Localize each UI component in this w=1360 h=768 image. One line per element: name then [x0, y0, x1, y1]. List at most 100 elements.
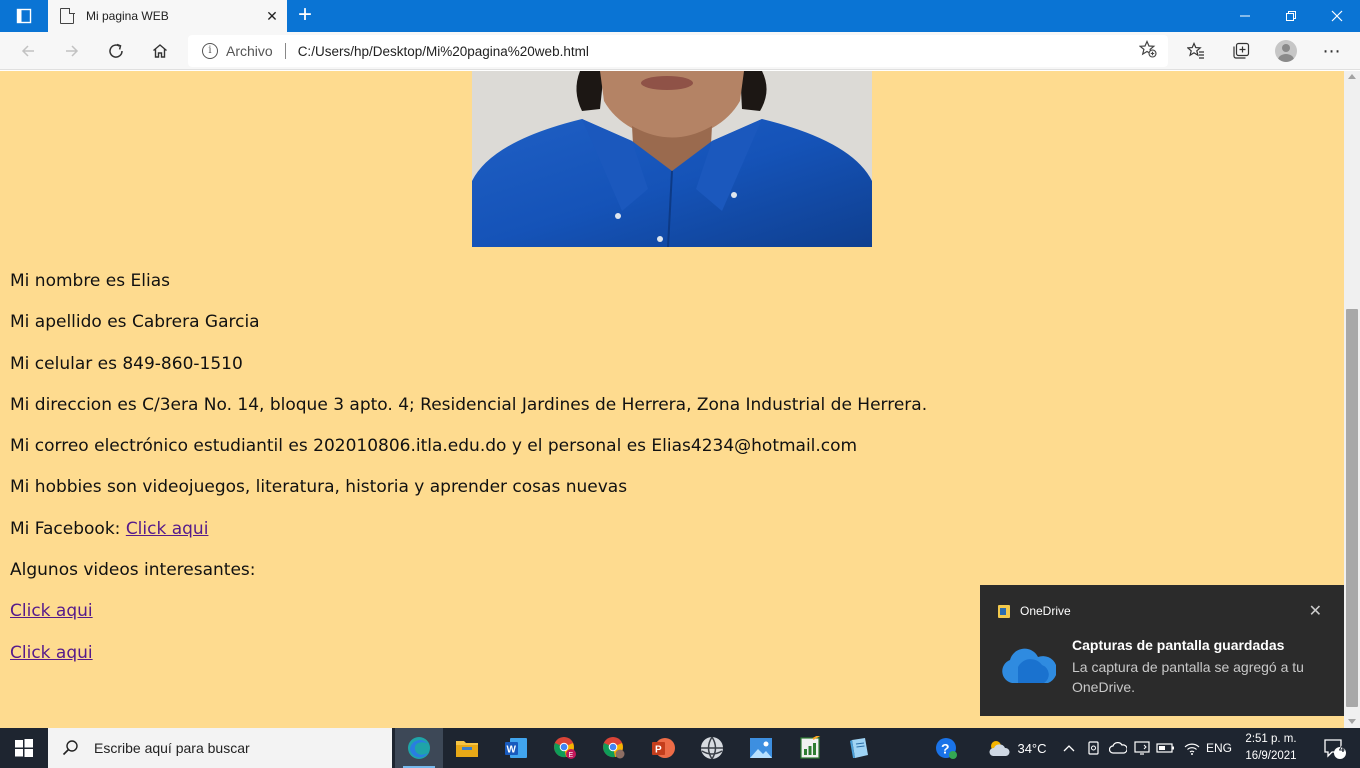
notification-count: 4: [1339, 744, 1345, 755]
avatar: [1275, 40, 1297, 62]
tab-actions-icon: [16, 8, 32, 24]
close-tab-icon[interactable]: ✕: [257, 8, 287, 25]
globe-app-icon: [701, 736, 723, 760]
search-placeholder: Escribe aquí para buscar: [94, 740, 250, 756]
back-arrow-icon: [21, 45, 34, 57]
browser-toolbar: i Archivo C:/Users/hp/Desktop/Mi%20pagin…: [0, 32, 1360, 70]
browser-tab[interactable]: Mi pagina WEB ✕: [48, 0, 287, 32]
start-button[interactable]: [0, 728, 48, 768]
new-tab-button[interactable]: +: [290, 0, 320, 32]
scroll-up-icon[interactable]: [1348, 74, 1356, 79]
profile-button[interactable]: [1270, 35, 1302, 67]
taskbar-search[interactable]: Escribe aquí para buscar: [48, 728, 392, 768]
action-center-button[interactable]: 4: [1314, 728, 1354, 768]
back-button[interactable]: [12, 35, 44, 67]
tab-bar: Mi pagina WEB ✕ +: [0, 0, 1360, 32]
address-bar[interactable]: i Archivo C:/Users/hp/Desktop/Mi%20pagin…: [188, 35, 1168, 67]
chrome-icon: E: [554, 737, 576, 759]
powerpoint-icon: P: [652, 738, 675, 758]
forward-button[interactable]: [56, 35, 88, 67]
onedrive-notification[interactable]: OneDrive ✕ Capturas de pantalla guardada…: [980, 585, 1344, 716]
taskbar: Escribe aquí para buscar W E P ? 34°C EN…: [0, 728, 1360, 768]
facebook-line: Mi Facebook: Click aqui: [10, 515, 927, 556]
home-icon: [153, 44, 167, 58]
taskbar-word[interactable]: W: [492, 728, 540, 768]
taskbar-chrome[interactable]: [590, 728, 638, 768]
restore-icon: [1286, 11, 1296, 21]
book-app-icon: [850, 738, 868, 758]
svg-text:E: E: [569, 752, 574, 759]
favorites-icon[interactable]: [1180, 35, 1212, 67]
photos-icon: [750, 738, 772, 758]
info-icon[interactable]: i: [202, 43, 218, 59]
minimize-icon: [1240, 15, 1250, 17]
svg-text:W: W: [507, 745, 517, 756]
email-line: Mi correo electrónico estudiantil es 202…: [10, 436, 858, 457]
video-link-2[interactable]: Click aqui: [10, 643, 93, 663]
chevron-up-icon: [1063, 745, 1075, 752]
scrollbar-thumb[interactable]: [1346, 309, 1358, 707]
taskbar-app-sphere[interactable]: [688, 728, 736, 768]
hobbies-line: Mi hobbies son videojuegos, literatura, …: [10, 477, 628, 498]
minimize-button[interactable]: [1222, 0, 1268, 32]
taskbar-chrome-profile[interactable]: E: [541, 728, 589, 768]
onedrive-cloud-icon: [1002, 648, 1056, 683]
wifi-icon[interactable]: [1180, 728, 1204, 768]
tray-device-icon[interactable]: [1082, 728, 1106, 768]
taskbar-powerpoint[interactable]: P: [639, 728, 687, 768]
close-icon: [1331, 10, 1343, 22]
video-link-1[interactable]: Click aqui: [10, 601, 93, 621]
more-options-icon[interactable]: ⋯: [1316, 35, 1348, 67]
tab-actions-button[interactable]: [8, 0, 40, 32]
cloud-sun-icon: [989, 741, 1010, 756]
page-scrollbar[interactable]: [1344, 71, 1360, 728]
folder-icon: [456, 741, 478, 757]
close-notification-icon[interactable]: ✕: [1309, 601, 1322, 621]
notification-app-name: OneDrive: [1020, 604, 1071, 618]
restore-button[interactable]: [1268, 0, 1314, 32]
scroll-down-icon[interactable]: [1348, 719, 1356, 724]
home-button[interactable]: [144, 35, 176, 67]
video-link-row-1: Click aqui: [10, 597, 927, 638]
language-indicator[interactable]: ENG: [1205, 728, 1233, 768]
tab-title: Mi pagina WEB: [86, 9, 169, 23]
facebook-link[interactable]: Click aqui: [126, 519, 209, 539]
weather-widget[interactable]: 34°C: [982, 728, 1052, 768]
taskbar-photos[interactable]: [737, 728, 785, 768]
taskbar-file-explorer[interactable]: [443, 728, 491, 768]
taskbar-app-blue[interactable]: [835, 728, 883, 768]
taskbar-notepad-chart[interactable]: [786, 728, 834, 768]
phone-line: Mi celular es 849-860-1510: [10, 353, 243, 374]
notification-title: Capturas de pantalla guardadas: [1072, 637, 1285, 653]
add-favorite-icon[interactable]: [1128, 39, 1168, 63]
clock-date: 16/9/2021: [1245, 750, 1297, 762]
help-tray-icon[interactable]: ?: [926, 728, 966, 768]
battery-icon[interactable]: [1154, 728, 1178, 768]
chart-app-icon: [800, 736, 821, 759]
chrome-icon: [603, 737, 625, 759]
address-divider: [284, 43, 286, 59]
taskbar-edge[interactable]: [395, 728, 443, 768]
clock[interactable]: 2:51 p. m. 16/9/2021: [1232, 731, 1310, 765]
onedrive-app-icon: [998, 605, 1010, 618]
profile-photo: [472, 71, 872, 247]
svg-text:?: ?: [941, 741, 950, 757]
collections-icon[interactable]: [1225, 35, 1257, 67]
onedrive-tray-icon[interactable]: [1106, 728, 1130, 768]
refresh-icon: [109, 43, 123, 58]
video-link-row-2: Click aqui: [10, 639, 927, 680]
notification-body: La captura de pantalla se agregó a tu On…: [1072, 659, 1304, 695]
show-hidden-icons[interactable]: [1058, 728, 1080, 768]
search-icon: [62, 740, 78, 756]
svg-text:P: P: [655, 745, 662, 756]
address-scheme: Archivo: [226, 43, 273, 59]
screen-tray-icon[interactable]: [1130, 728, 1154, 768]
refresh-button[interactable]: [100, 35, 132, 67]
videos-heading: Algunos videos interesantes:: [10, 560, 256, 581]
close-window-button[interactable]: [1314, 0, 1360, 32]
temperature: 34°C: [1017, 740, 1047, 756]
address-url[interactable]: C:/Users/hp/Desktop/Mi%20pagina%20web.ht…: [298, 44, 1128, 59]
surname-line: Mi apellido es Cabrera Garcia: [10, 312, 260, 333]
windows-logo-icon: [15, 739, 33, 757]
page-file-icon: [60, 7, 75, 24]
